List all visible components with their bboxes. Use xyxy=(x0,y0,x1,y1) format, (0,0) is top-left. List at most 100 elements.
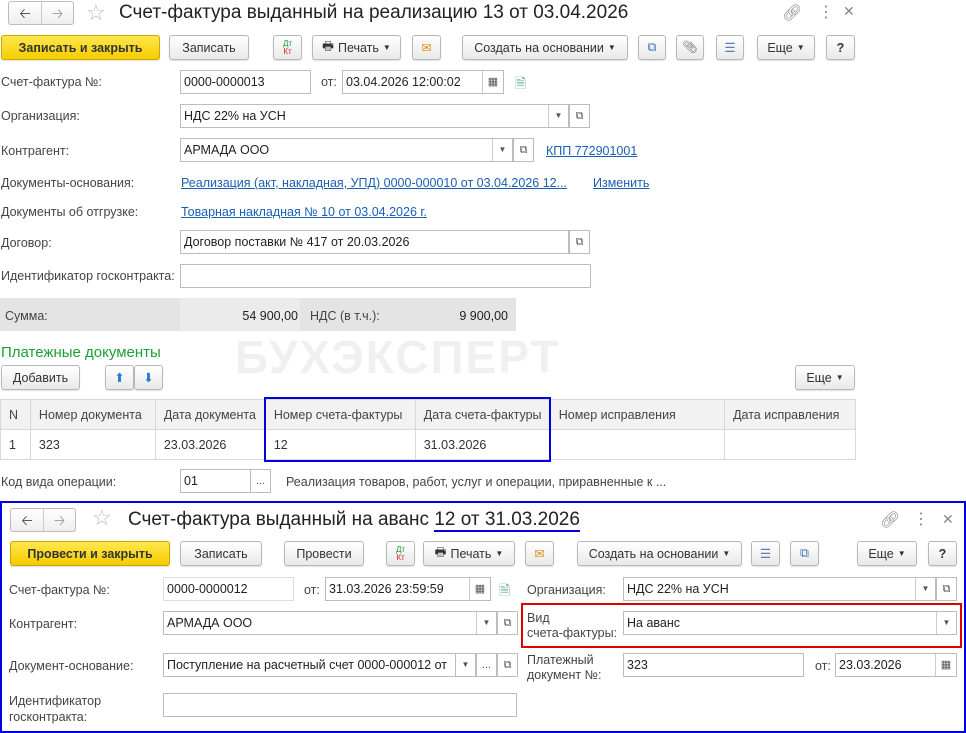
contract-input[interactable]: Договор поставки № 417 от 20.03.2026 xyxy=(180,230,569,254)
print-button[interactable]: 🖶 Печать ▼ xyxy=(423,541,515,566)
menu-dots-icon[interactable]: ⋮ xyxy=(913,509,929,529)
col-correction-number[interactable]: Номер исправления xyxy=(549,399,726,430)
move-up-button[interactable]: ⬆ xyxy=(105,365,134,390)
base-docs-link[interactable]: Реализация (акт, накладная, УПД) 0000-00… xyxy=(181,176,567,190)
vat-label: НДС (в т.ч.): xyxy=(310,309,380,323)
star-icon[interactable]: ☆ xyxy=(92,505,112,531)
list-button[interactable]: ☰ xyxy=(716,35,744,60)
more-label: Еще xyxy=(767,40,793,55)
close-icon[interactable]: ✕ xyxy=(942,511,954,528)
counterparty-select[interactable]: АРМАДА ООО ▼ xyxy=(180,138,513,162)
invoice-type-select[interactable]: На аванс ▼ xyxy=(623,611,957,635)
open-icon[interactable]: ⧉ xyxy=(497,653,518,677)
base-doc-select[interactable]: Поступление на расчетный счет 0000-00001… xyxy=(163,653,456,677)
help-button[interactable]: ? xyxy=(826,35,855,60)
select-button[interactable]: ... xyxy=(476,653,497,677)
star-icon[interactable]: ☆ xyxy=(86,0,106,26)
save-close-button[interactable]: Записать и закрыть xyxy=(1,35,160,60)
open-icon[interactable]: ⧉ xyxy=(497,611,518,635)
create-based-label: Создать на основании xyxy=(588,546,719,561)
forward-icon[interactable]: 🡢 xyxy=(41,2,73,24)
invoice-date-input[interactable]: 03.04.2026 12:00:02 ▦ xyxy=(342,70,504,94)
table-more-button[interactable]: Еще ▼ xyxy=(795,365,855,390)
dtkt-button[interactable]: Дт Кт xyxy=(386,541,415,566)
counterparty-select[interactable]: АРМАДА ООО ▼ xyxy=(163,611,497,635)
save-button[interactable]: Записать xyxy=(169,35,249,60)
org-label: Организация: xyxy=(527,583,606,597)
chevron-down-icon: ▼ xyxy=(607,43,616,52)
structure-button[interactable]: ⧉ xyxy=(638,35,666,60)
payment-date-input[interactable]: 23.03.2026 ▦ xyxy=(835,653,957,677)
org-select[interactable]: НДС 22% на УСН ▼ xyxy=(623,577,936,601)
forward-icon[interactable]: 🡢 xyxy=(43,509,75,531)
calendar-icon[interactable]: ▦ xyxy=(469,578,490,600)
invoice-number-input[interactable]: 0000-0000013 xyxy=(180,70,311,94)
chevron-down-icon: ▼ xyxy=(722,549,731,558)
gov-id-label-line2: госконтракта: xyxy=(9,710,88,724)
close-icon[interactable]: ✕ xyxy=(843,3,855,20)
document-check-icon[interactable]: 🗎 xyxy=(515,73,526,97)
col-doc-date[interactable]: Дата документа xyxy=(154,399,266,430)
invoice-date-value: 31.03.2026 23:59:59 xyxy=(329,582,444,596)
chevron-down-icon[interactable]: ▼ xyxy=(492,139,512,161)
op-code-label: Код вида операции: xyxy=(1,475,117,489)
email-button[interactable]: ✉ xyxy=(412,35,441,60)
cell-correction-date xyxy=(724,429,856,460)
open-icon[interactable]: ⧉ xyxy=(936,577,957,601)
col-correction-date[interactable]: Дата исправления xyxy=(724,399,856,430)
change-link[interactable]: Изменить xyxy=(593,176,649,190)
sum-value: 54 900,00 xyxy=(242,309,298,323)
save-button[interactable]: Записать xyxy=(180,541,262,566)
help-button[interactable]: ? xyxy=(928,541,957,566)
menu-dots-icon[interactable]: ⋮ xyxy=(818,2,834,22)
back-icon[interactable]: 🡠 xyxy=(9,2,41,24)
gov-id-input[interactable] xyxy=(163,693,517,717)
add-button[interactable]: Добавить xyxy=(1,365,80,390)
list-button[interactable]: ☰ xyxy=(751,541,780,566)
attach-button[interactable]: 📎︎ xyxy=(676,35,704,60)
document-check-icon[interactable]: 🗎 xyxy=(499,580,510,604)
op-code-description: Реализация товаров, работ, услуг и опера… xyxy=(286,475,667,489)
create-based-button[interactable]: Создать на основании ▼ xyxy=(577,541,742,566)
print-button[interactable]: 🖶 Печать ▼ xyxy=(312,35,401,60)
invoice-number-label: Счет-фактура №: xyxy=(9,583,110,597)
back-icon[interactable]: 🡠 xyxy=(11,509,43,531)
calendar-icon[interactable]: ▦ xyxy=(482,71,503,93)
structure-button[interactable]: ⧉ xyxy=(790,541,819,566)
post-close-button[interactable]: Провести и закрыть xyxy=(10,541,170,566)
calendar-icon[interactable]: ▦ xyxy=(935,654,956,676)
chevron-down-icon[interactable]: ▼ xyxy=(455,653,476,677)
gov-id-input[interactable] xyxy=(180,264,591,288)
gov-id-label-line1: Идентификатор xyxy=(9,694,102,708)
dtkt-button[interactable]: Дт Кт xyxy=(273,35,302,60)
invoice-date-input[interactable]: 31.03.2026 23:59:59 ▦ xyxy=(325,577,491,601)
chevron-down-icon[interactable]: ▼ xyxy=(915,578,935,600)
open-icon[interactable]: ⧉ xyxy=(569,104,590,128)
base-doc-label: Документ-основание: xyxy=(9,659,134,673)
payment-doc-input[interactable]: 323 xyxy=(623,653,804,677)
open-icon[interactable]: ⧉ xyxy=(569,230,590,254)
select-button[interactable]: ... xyxy=(250,469,271,493)
shipment-link[interactable]: Товарная накладная № 10 от 03.04.2026 г. xyxy=(181,205,427,219)
more-button[interactable]: Еще ▼ xyxy=(757,35,815,60)
invoice-type-label: Вид счета-фактуры: xyxy=(527,611,617,641)
chevron-down-icon[interactable]: ▼ xyxy=(548,105,568,127)
move-down-button[interactable]: ⬇ xyxy=(134,365,163,390)
col-doc-number[interactable]: Номер документа xyxy=(29,399,156,430)
link-icon[interactable]: 🔗︎ xyxy=(880,510,900,530)
op-code-input[interactable]: 01 xyxy=(180,469,251,493)
post-button[interactable]: Провести xyxy=(284,541,364,566)
col-n[interactable]: N xyxy=(0,399,31,430)
invoice-number-input[interactable]: 0000-0000012 xyxy=(163,577,294,601)
blue-highlight-box xyxy=(264,397,551,462)
kpp-link[interactable]: КПП 772901001 xyxy=(546,144,637,158)
chevron-down-icon[interactable]: ▼ xyxy=(476,612,496,634)
email-button[interactable]: ✉ xyxy=(525,541,554,566)
open-icon[interactable]: ⧉ xyxy=(513,138,534,162)
org-value: НДС 22% на УСН xyxy=(184,109,286,123)
create-based-button[interactable]: Создать на основании ▼ xyxy=(462,35,628,60)
more-button[interactable]: Еще ▼ xyxy=(857,541,917,566)
link-icon[interactable]: 🔗︎ xyxy=(782,3,802,23)
org-select[interactable]: НДС 22% на УСН ▼ xyxy=(180,104,569,128)
chevron-down-icon[interactable]: ▼ xyxy=(936,612,956,634)
